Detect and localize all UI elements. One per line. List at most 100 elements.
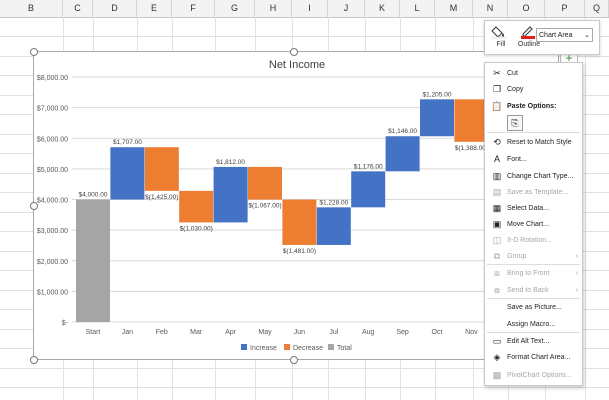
select-data-icon: ▦ <box>492 203 502 213</box>
bring-front-icon: ⧈ <box>494 268 500 278</box>
legend-swatch-increase <box>241 344 247 350</box>
column-header-k[interactable]: K <box>365 0 400 17</box>
menu-item-select-data[interactable]: ▦ Select Data... <box>485 201 582 216</box>
menu-item-label: Send to Back <box>507 287 549 294</box>
grid-row-line <box>0 387 609 388</box>
column-header-bar: BCDEFGHIJKLMNOPQ <box>0 0 609 18</box>
bar-apr <box>213 166 248 223</box>
x-tick-label: Jan <box>122 329 133 336</box>
bar-jul <box>316 207 351 245</box>
menu-item-font[interactable]: A Font... <box>485 152 582 167</box>
x-tick-label: Mar <box>190 329 203 336</box>
x-tick-label: Sep <box>396 329 409 336</box>
move-chart-icon: ▣ <box>492 219 502 229</box>
x-tick-label: Start <box>86 329 101 336</box>
menu-item-reset-to-match-style[interactable]: ⟲ Reset to Match Style <box>485 135 582 150</box>
x-tick-label: Feb <box>156 329 168 336</box>
column-header-n[interactable]: N <box>473 0 508 17</box>
column-header-c[interactable]: C <box>63 0 93 17</box>
x-tick-label: Nov <box>465 329 478 336</box>
menu-item-label: Font... <box>507 156 527 163</box>
bar-jun <box>282 199 317 245</box>
clipboard-icon[interactable]: ⎘ <box>507 115 523 131</box>
menu-item-assign-macro[interactable]: Assign Macro... <box>485 317 582 332</box>
menu-item-3-d-rotation: ◫ 3-D Rotation... <box>485 233 582 248</box>
chart-element-value: Chart Area <box>539 32 573 39</box>
bar-feb <box>144 147 179 191</box>
y-tick-label: $4,000.00 <box>37 198 68 205</box>
menu-item-label: Copy <box>507 86 524 93</box>
menu-item-label: Group <box>507 253 527 260</box>
column-header-j[interactable]: J <box>328 0 365 17</box>
menu-separator <box>487 264 580 265</box>
menu-separator <box>487 332 580 333</box>
column-header-i[interactable]: I <box>292 0 328 17</box>
menu-item-label: Cut <box>507 70 518 77</box>
menu-item-save-as-picture[interactable]: Save as Picture... <box>485 300 582 315</box>
menu-item-move-chart[interactable]: ▣ Move Chart... <box>485 217 582 232</box>
column-header-e[interactable]: E <box>137 0 172 17</box>
y-tick-label: $6,000.00 <box>37 136 68 143</box>
menu-item-label: Bring to Front <box>507 270 550 277</box>
y-tick-label: $1,000.00 <box>37 289 68 296</box>
copy-icon: ❐ <box>492 84 502 94</box>
resize-handle-tl[interactable] <box>30 48 38 56</box>
fill-label: Fill <box>496 41 506 48</box>
legend-swatch-total <box>328 344 334 350</box>
resize-handle-bm[interactable] <box>290 356 298 364</box>
data-label: $1,176.00 <box>354 163 383 170</box>
data-label: $1,205.00 <box>423 91 452 98</box>
chevron-right-icon: › <box>575 253 578 260</box>
y-tick-label: $3,000.00 <box>37 228 68 235</box>
reset-style-icon: ⟲ <box>493 137 501 147</box>
menu-item-label: Save as Picture... <box>507 304 562 311</box>
column-header-l[interactable]: L <box>400 0 435 17</box>
menu-item-label: Move Chart... <box>507 221 550 228</box>
menu-item-label: 3-D Rotation... <box>507 237 553 244</box>
menu-item-cut[interactable]: ✂ Cut <box>485 66 582 81</box>
data-label: $4,000.00 <box>79 192 108 199</box>
menu-item-label: Reset to Match Style <box>507 139 572 146</box>
column-header-m[interactable]: M <box>435 0 473 17</box>
pivot-icon: ▩ <box>492 370 502 380</box>
menu-item-label: Save as Template... <box>507 189 569 196</box>
resize-handle-bl[interactable] <box>30 356 38 364</box>
column-header-d[interactable]: D <box>93 0 137 17</box>
column-header-q[interactable]: Q <box>585 0 609 17</box>
resize-handle-tm[interactable] <box>290 48 298 56</box>
menu-item-label: PivotChart Options... <box>507 372 572 379</box>
chart-element-dropdown[interactable]: Chart Area ⌄ <box>536 28 593 42</box>
paste-icon: 📋 <box>491 101 503 111</box>
menu-item-copy[interactable]: ❐ Copy <box>485 82 582 97</box>
menu-item-edit-alt-text[interactable]: ▭ Edit Alt Text... <box>485 334 582 349</box>
column-header-o[interactable]: O <box>508 0 545 17</box>
menu-item-label: Assign Macro... <box>507 321 556 328</box>
column-header-f[interactable]: F <box>172 0 215 17</box>
data-label: $1,146.00 <box>388 128 417 135</box>
chart-area[interactable]: Net Income $- $1,000.00 $2,000.00 $3,000.00 $… <box>33 51 559 360</box>
resize-handle-ml[interactable] <box>30 202 38 210</box>
menu-item-format-chart-area[interactable]: ◈ Format Chart Area... <box>485 350 582 365</box>
chevron-right-icon: › <box>575 270 578 277</box>
menu-separator <box>487 132 580 133</box>
column-header-p[interactable]: P <box>545 0 585 17</box>
menu-item-label: Select Data... <box>507 205 550 212</box>
x-tick-label: Oct <box>432 329 443 336</box>
data-label: $1,812.00 <box>216 159 245 166</box>
waterfall-chart[interactable]: Net Income $- $1,000.00 $2,000.00 $3,000.00 $… <box>34 52 560 361</box>
bar-aug <box>351 171 386 208</box>
column-header-g[interactable]: G <box>215 0 255 17</box>
menu-item-save-as-template: ▤ Save as Template... <box>485 185 582 200</box>
chevron-down-icon: ⌄ <box>584 32 590 39</box>
menu-item-paste-options[interactable]: 📋 Paste Options: <box>485 99 582 114</box>
column-header-b[interactable]: B <box>0 0 63 17</box>
fill-button[interactable]: Fill <box>487 23 515 51</box>
menu-item-label: Format Chart Area... <box>507 354 571 361</box>
context-menu: ✂ Cut ❐ Copy 📋 Paste Options: ⟲ Reset to Match … <box>484 62 583 386</box>
bar-may <box>248 166 282 200</box>
paint-bucket-icon <box>491 26 507 40</box>
column-header-h[interactable]: H <box>255 0 292 17</box>
x-tick-label: May <box>258 329 272 336</box>
scissors-icon: ✂ <box>493 68 501 78</box>
menu-item-change-chart-type[interactable]: ▥ Change Chart Type... <box>485 169 582 184</box>
